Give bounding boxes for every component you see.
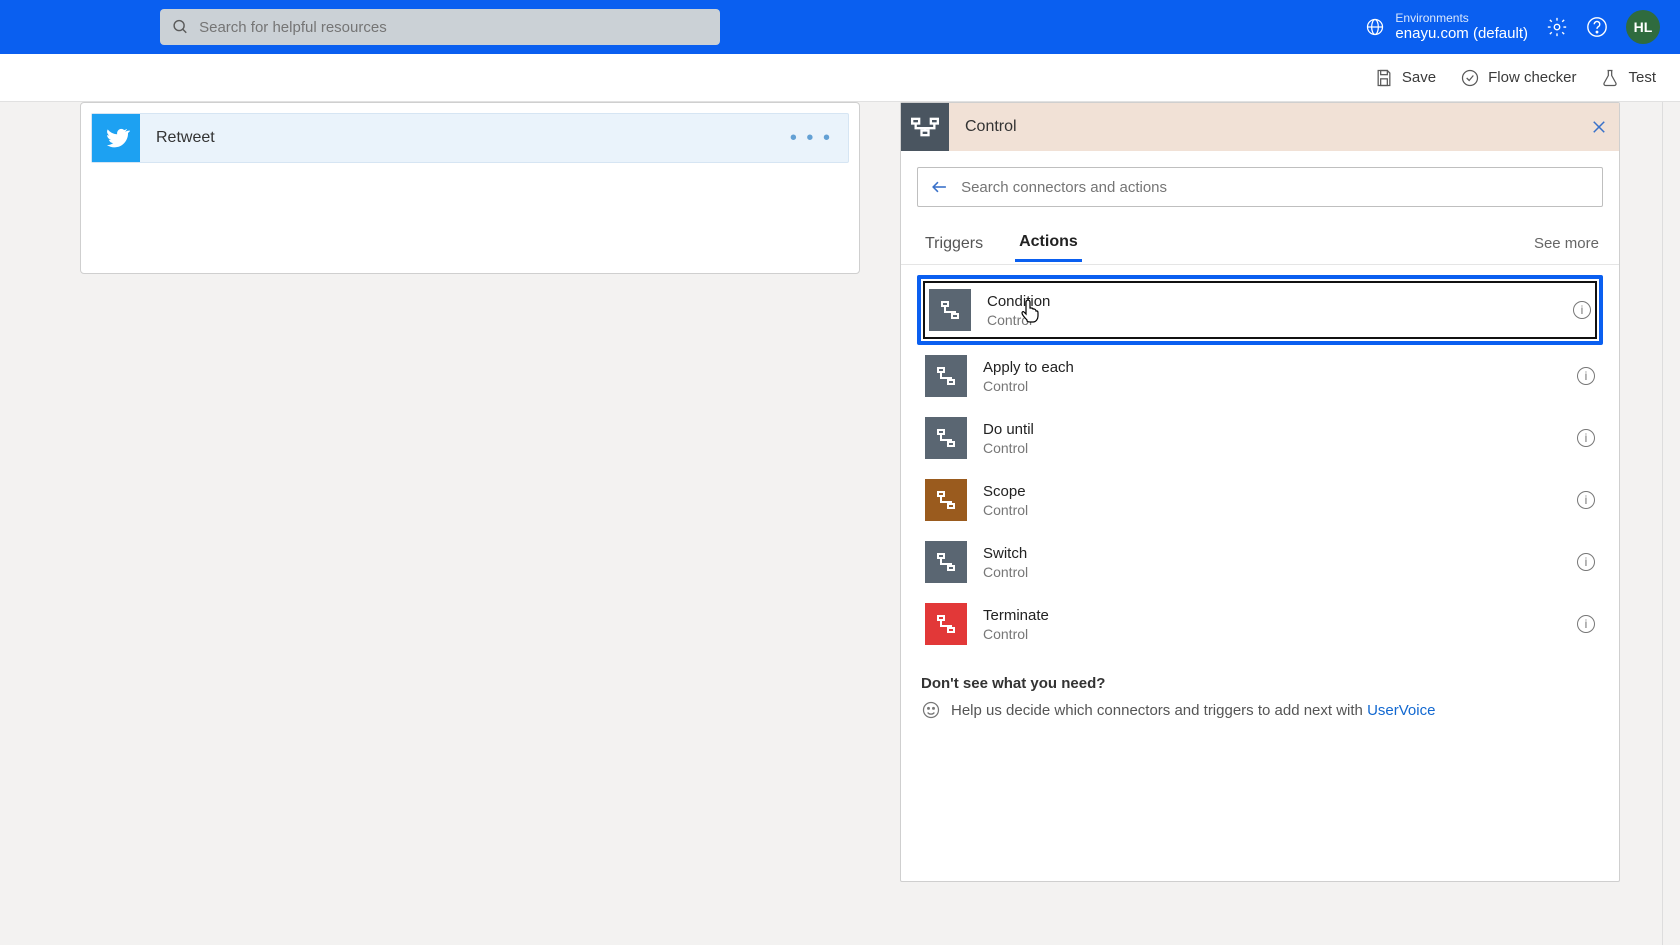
command-bar: Save Flow checker Test — [0, 54, 1680, 102]
globe-icon — [1365, 17, 1385, 37]
action-icon — [925, 355, 967, 397]
gear-icon — [1546, 16, 1568, 38]
action-category: Control — [983, 626, 1049, 642]
action-name: Condition — [987, 293, 1050, 310]
action-item-do-until[interactable]: Do until Control i — [917, 407, 1603, 469]
action-category: Control — [983, 502, 1028, 518]
close-icon — [1590, 118, 1608, 136]
settings-button[interactable] — [1546, 16, 1568, 38]
info-icon[interactable]: i — [1573, 301, 1591, 319]
panel-title: Control — [965, 118, 1579, 136]
action-item-switch[interactable]: Switch Control i — [917, 531, 1603, 593]
info-icon[interactable]: i — [1577, 429, 1595, 447]
env-label: Environments — [1395, 11, 1528, 25]
action-name: Do until — [983, 421, 1034, 438]
action-name: Terminate — [983, 607, 1049, 624]
help-icon — [1586, 16, 1608, 38]
info-icon[interactable]: i — [1577, 367, 1595, 385]
action-icon — [925, 479, 967, 521]
save-icon — [1374, 68, 1394, 88]
actions-list: ConditionControliApply to eachControliDo… — [901, 265, 1619, 665]
search-icon — [172, 18, 189, 36]
flow-checker-button[interactable]: Flow checker — [1460, 68, 1576, 88]
action-item-terminate[interactable]: Terminate Control i — [917, 593, 1603, 655]
control-icon — [901, 103, 949, 151]
global-search[interactable] — [160, 9, 720, 45]
info-icon[interactable]: i — [1577, 491, 1595, 509]
action-item-apply-to-each[interactable]: Apply to each Control i — [917, 345, 1603, 407]
step-more-button[interactable]: • • • — [774, 127, 848, 150]
action-search-input[interactable] — [961, 179, 1590, 196]
checker-icon — [1460, 68, 1480, 88]
action-search[interactable] — [917, 167, 1603, 207]
action-category: Control — [983, 378, 1074, 394]
flask-icon — [1600, 68, 1620, 88]
panel-header: Control — [901, 103, 1619, 151]
avatar[interactable]: HL — [1626, 10, 1660, 44]
help-text: Help us decide which connectors and trig… — [951, 702, 1435, 719]
test-button[interactable]: Test — [1600, 68, 1656, 88]
tab-triggers[interactable]: Triggers — [921, 227, 987, 261]
workspace: Retweet • • • Control Triggers — [0, 102, 1680, 945]
action-item-scope[interactable]: Scope Control i — [917, 469, 1603, 531]
help-button[interactable] — [1586, 16, 1608, 38]
back-arrow-icon — [930, 177, 949, 197]
action-icon — [925, 541, 967, 583]
action-picker-panel: Control Triggers Actions See more Condit… — [900, 102, 1620, 882]
flow-step-card: Retweet • • • — [80, 102, 860, 274]
close-button[interactable] — [1579, 107, 1619, 147]
action-name: Apply to each — [983, 359, 1074, 376]
uservoice-link[interactable]: UserVoice — [1367, 702, 1435, 719]
info-icon[interactable]: i — [1577, 553, 1595, 571]
top-bar: Environments enayu.com (default) HL — [0, 0, 1680, 54]
help-heading: Don't see what you need? — [921, 675, 1599, 692]
tabs: Triggers Actions See more — [901, 223, 1619, 265]
see-more-link[interactable]: See more — [1534, 235, 1599, 252]
action-category: Control — [983, 440, 1034, 456]
action-category: Control — [987, 312, 1050, 328]
action-icon — [925, 417, 967, 459]
retweet-step[interactable]: Retweet • • • — [91, 113, 849, 163]
help-footer: Don't see what you need? Help us decide … — [901, 665, 1619, 730]
action-name: Scope — [983, 483, 1028, 500]
action-icon — [925, 603, 967, 645]
action-category: Control — [983, 564, 1028, 580]
global-search-input[interactable] — [199, 19, 708, 36]
scrollbar[interactable] — [1662, 102, 1680, 945]
info-icon[interactable]: i — [1577, 615, 1595, 633]
save-button[interactable]: Save — [1374, 68, 1436, 88]
action-item-condition[interactable]: Condition Control i — [917, 275, 1603, 345]
action-name: Switch — [983, 545, 1028, 562]
action-icon — [929, 289, 971, 331]
tab-actions[interactable]: Actions — [1015, 225, 1082, 262]
twitter-icon — [92, 114, 140, 162]
environment-picker[interactable]: Environments enayu.com (default) — [1365, 11, 1528, 43]
step-title: Retweet — [156, 129, 774, 147]
env-value: enayu.com (default) — [1395, 25, 1528, 43]
smiley-icon — [921, 700, 941, 720]
